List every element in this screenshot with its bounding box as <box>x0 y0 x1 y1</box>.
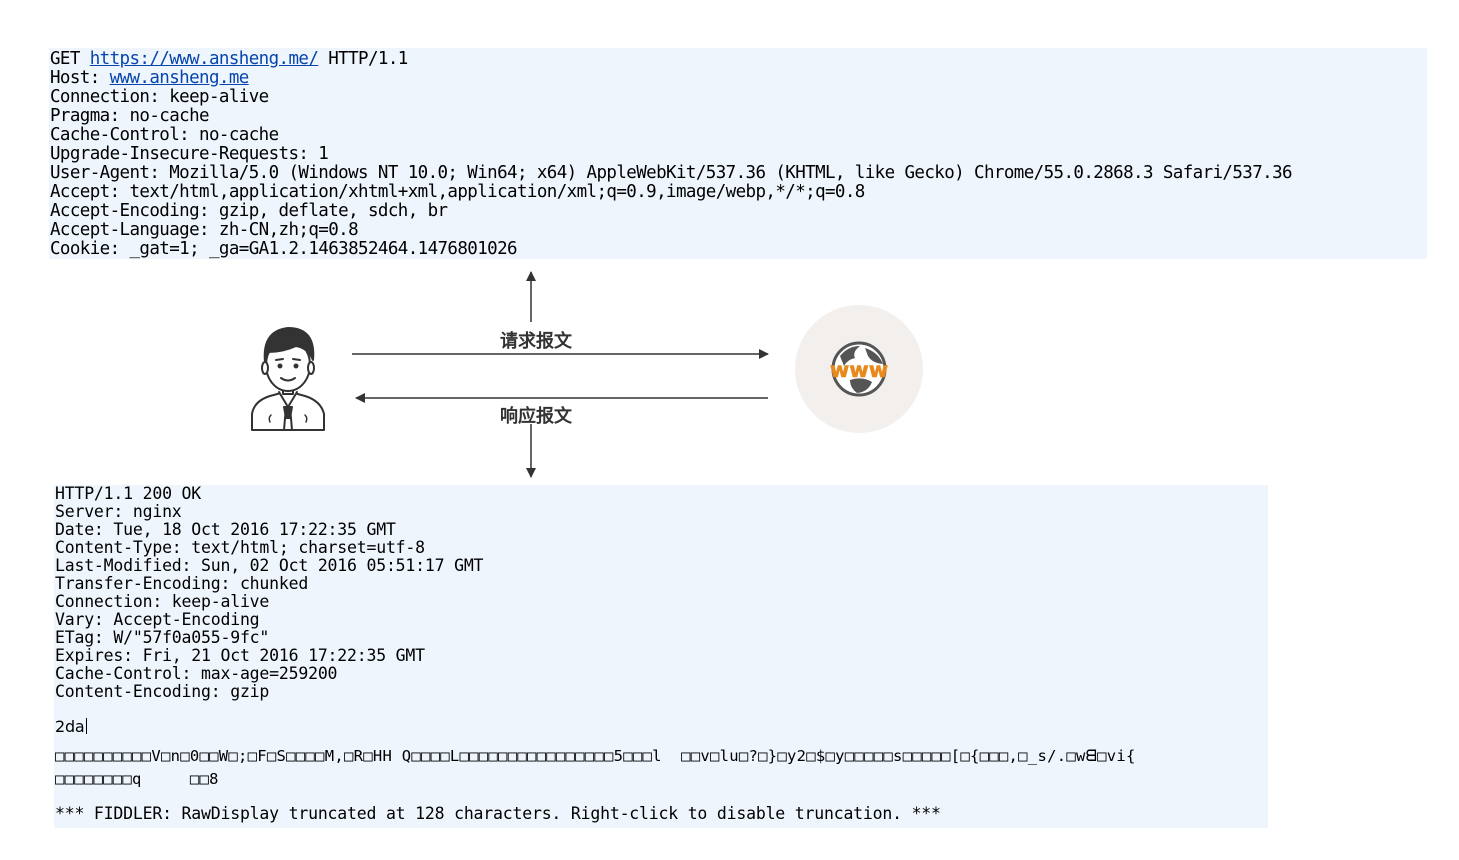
request-message-label: 请求报文 <box>500 331 572 352</box>
response-header-content-type: Content-Type: text/html; charset=utf-8 <box>55 538 425 557</box>
response-header-content-encoding: Content-Encoding: gzip <box>55 682 270 701</box>
response-header-connection: Connection: keep-alive <box>55 592 270 611</box>
response-header-vary: Vary: Accept-Encoding <box>55 610 260 629</box>
response-header-transfer-encoding: Transfer-Encoding: chunked <box>55 574 309 593</box>
response-header-cache-control: Cache-Control: max-age=259200 <box>55 664 338 683</box>
fiddler-truncation-note: *** FIDDLER: RawDisplay truncated at 128… <box>55 804 941 823</box>
user-avatar-icon <box>251 327 325 431</box>
response-body-line-2: □□□□□□□□q □□8 <box>55 770 219 788</box>
response-chunk-size: 2da <box>55 718 87 736</box>
text-cursor <box>85 718 87 734</box>
response-status-line: HTTP/1.1 200 OK <box>55 484 202 503</box>
www-globe-icon: www <box>795 305 923 433</box>
response-message-label: 响应报文 <box>500 406 572 427</box>
response-body-line-1: □□□□□□□□□□V□n□0□□W□;□F□S□□□□M,□R□HH Q□□□… <box>55 747 1136 765</box>
response-header-date: Date: Tue, 18 Oct 2016 17:22:35 GMT <box>55 520 396 539</box>
response-header-etag: ETag: W/"57f0a055-9fc" <box>55 628 270 647</box>
response-header-server: Server: nginx <box>55 502 182 521</box>
response-header-expires: Expires: Fri, 21 Oct 2016 17:22:35 GMT <box>55 646 425 665</box>
response-message-panel: HTTP/1.1 200 OK Server: nginx Date: Tue,… <box>54 485 1268 828</box>
svg-text:www: www <box>830 358 888 382</box>
chunk-size-value: 2da <box>55 717 85 736</box>
response-header-last-modified: Last-Modified: Sun, 02 Oct 2016 05:51:17… <box>55 556 484 575</box>
